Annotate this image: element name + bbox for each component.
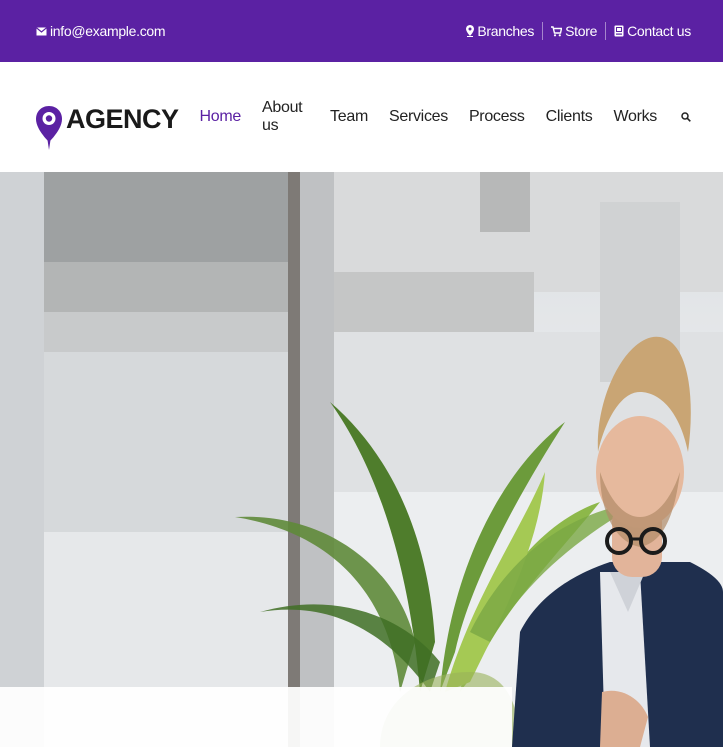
nav-process[interactable]: Process <box>469 108 525 126</box>
divider <box>605 22 607 40</box>
main-nav: Home About us Team Services Process Clie… <box>179 99 691 135</box>
branches-link[interactable]: Branches <box>466 23 534 39</box>
top-bar: info@example.com Branches Store Contact … <box>0 0 723 62</box>
hero-background-image <box>0 172 723 747</box>
nav-services[interactable]: Services <box>389 108 448 126</box>
phone-icon <box>614 25 624 37</box>
nav-works[interactable]: Works <box>613 108 657 126</box>
contact-text: Contact us <box>627 23 691 39</box>
map-pin-logo-icon <box>36 84 62 150</box>
top-bar-right: Branches Store Contact us <box>466 22 691 40</box>
top-bar-left: info@example.com <box>36 23 166 39</box>
cart-icon <box>551 25 563 37</box>
nav-about-us[interactable]: About us <box>262 99 309 135</box>
nav-home[interactable]: Home <box>200 108 242 126</box>
hero-caption-box <box>0 687 512 747</box>
search-button[interactable] <box>681 112 691 122</box>
email-text: info@example.com <box>50 23 166 39</box>
divider <box>542 22 544 40</box>
email-link[interactable]: info@example.com <box>36 23 166 39</box>
search-icon <box>681 112 691 122</box>
brand-name: AGENCY <box>66 103 179 134</box>
brand-logo[interactable]: AGENCY <box>36 84 179 150</box>
nav-team[interactable]: Team <box>330 108 368 126</box>
nav-clients[interactable]: Clients <box>546 108 593 126</box>
main-header: AGENCY Home About us Team Services Proce… <box>0 62 723 172</box>
envelope-icon <box>36 26 47 36</box>
store-link[interactable]: Store <box>551 23 597 39</box>
contact-link[interactable]: Contact us <box>614 23 691 39</box>
hero-banner <box>0 172 723 747</box>
location-pin-icon <box>466 25 475 37</box>
store-text: Store <box>565 23 598 39</box>
branches-text: Branches <box>477 23 535 39</box>
